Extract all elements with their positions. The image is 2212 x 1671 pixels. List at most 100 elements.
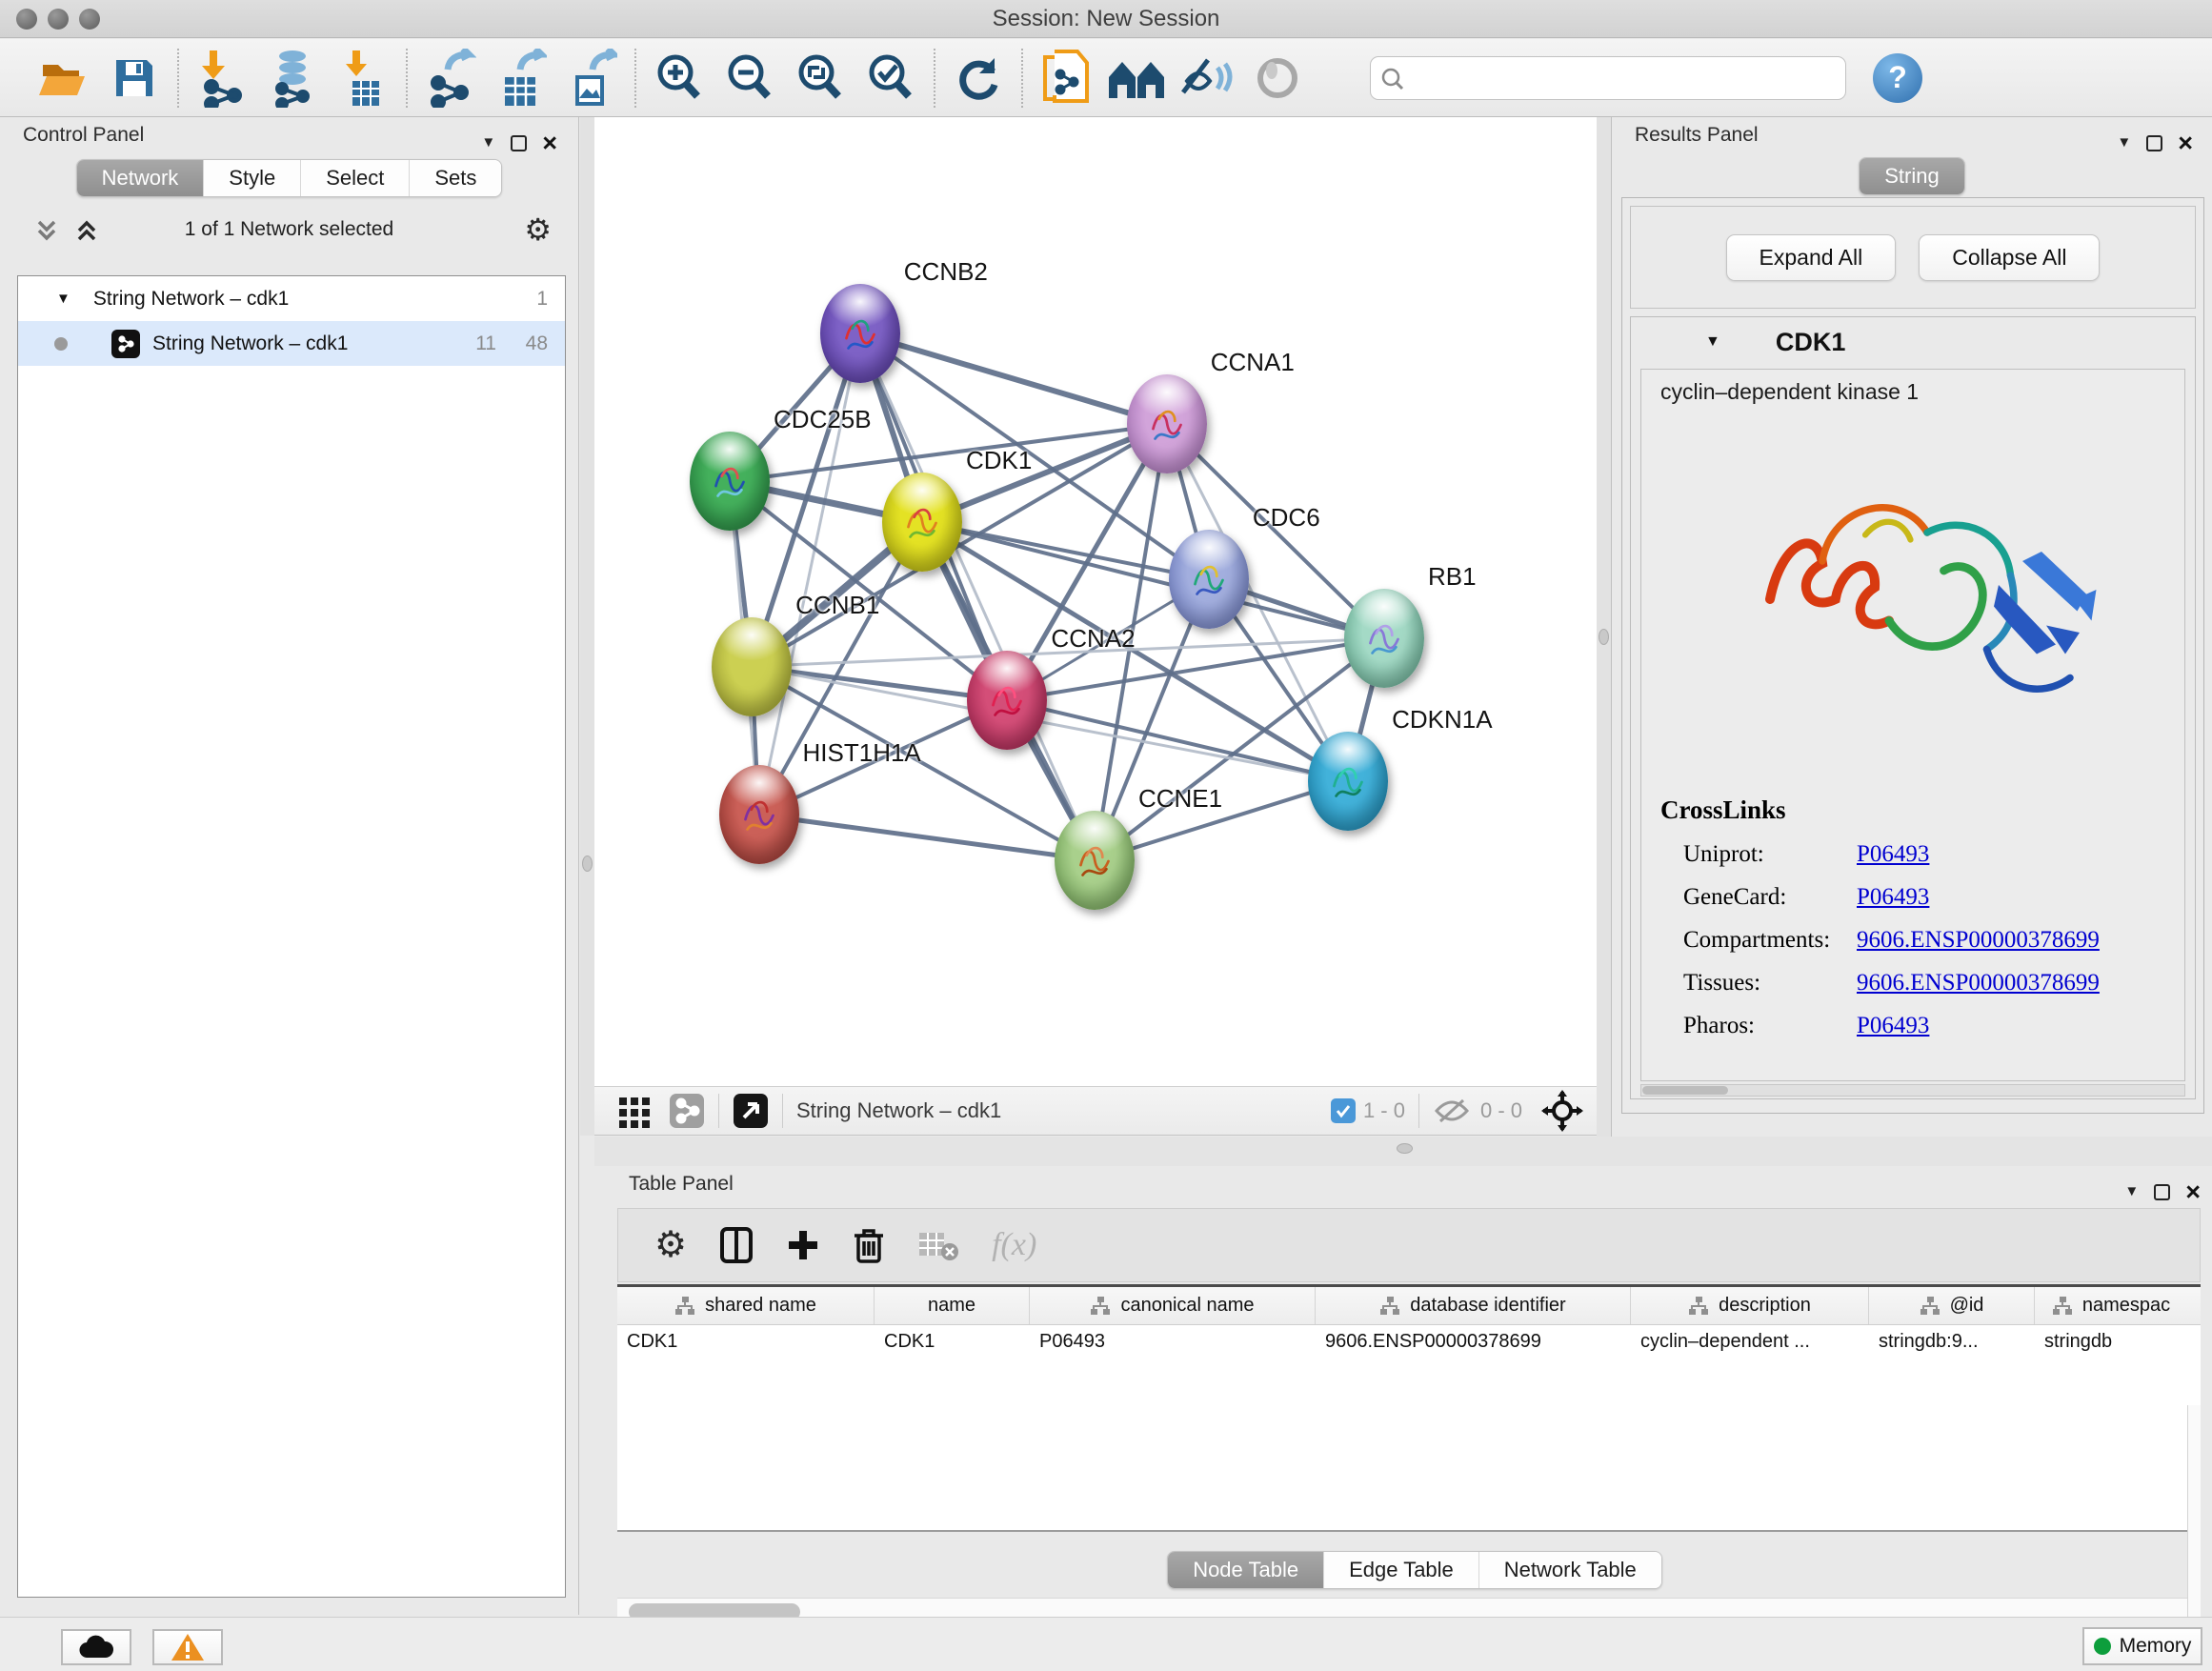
network-node-hist1h1a[interactable] [719,765,799,864]
crosslink-link[interactable]: P06493 [1857,1013,1929,1039]
birdseye-toggle-icon[interactable] [733,1093,769,1129]
tab-select[interactable]: Select [300,160,409,196]
show-columns-icon[interactable] [719,1226,754,1264]
expand-all-button[interactable]: Expand All [1726,234,1897,281]
right-splitter[interactable] [1597,117,1611,1137]
import-network-file-button[interactable] [187,44,257,112]
network-home-button[interactable] [1101,44,1172,112]
zoom-selected-button[interactable] [855,44,926,112]
network-collection-row[interactable]: ▼ String Network – cdk1 1 [18,276,565,321]
export-table-button[interactable] [486,44,556,112]
hide-graphics-details-button[interactable] [1172,44,1242,112]
crosslink-link[interactable]: 9606.ENSP00000378699 [1857,927,2100,954]
tab-style[interactable]: Style [203,160,300,196]
tab-string[interactable]: String [1860,158,1963,194]
tab-network[interactable]: Network [77,160,204,196]
create-column-plus-icon[interactable] [786,1228,820,1262]
results-close-icon[interactable]: × [2178,133,2193,152]
tab-sets[interactable]: Sets [409,160,501,196]
table-cell[interactable]: cyclin–dependent ... [1631,1325,1869,1361]
gene-collapse-icon[interactable]: ▼ [1705,333,1720,351]
delete-column-trash-icon[interactable] [853,1226,885,1264]
collapse-all-button[interactable]: Collapse All [1919,234,2100,281]
network-node-ccnb2[interactable] [820,284,900,383]
network-view-canvas[interactable]: CCNB2CCNA1CDC25BCDK1CDC6RB1CCNB1CCNA2CDK… [594,117,1597,1086]
apply-layout-button[interactable] [943,44,1014,112]
column-header[interactable]: canonical name [1030,1287,1316,1324]
selected-checkbox-icon[interactable] [1331,1098,1356,1123]
help-button[interactable]: ? [1873,53,1922,103]
table-options-gear-icon[interactable]: ⚙ [654,1228,687,1262]
network-edge[interactable] [860,333,1167,425]
zoom-out-button[interactable] [714,44,785,112]
open-session-button[interactable] [29,44,99,112]
column-header[interactable]: name [875,1287,1030,1324]
network-node-cdc6[interactable] [1169,530,1249,629]
results-menu-icon[interactable]: ▼ [2117,125,2131,161]
results-hscroll-thumb[interactable] [1642,1086,1728,1095]
left-splitter[interactable] [580,117,594,1136]
network-node-rb1[interactable] [1344,589,1424,688]
zoom-fit-button[interactable] [785,44,855,112]
network-row[interactable]: String Network – cdk1 11 48 [18,321,565,366]
network-options-gear-icon[interactable]: ⚙ [524,212,552,247]
network-node-cdc25b[interactable] [690,432,770,531]
warning-status-button[interactable] [152,1629,223,1665]
gene-section-header[interactable]: ▼ CDK1 [1631,317,2195,367]
table-close-icon[interactable]: × [2185,1182,2201,1201]
birdseye-disabled-button[interactable] [1242,44,1313,112]
network-edge[interactable] [759,815,1095,860]
hidden-eye-icon[interactable] [1433,1097,1471,1125]
network-node-ccne1[interactable] [1055,811,1135,910]
export-image-button[interactable] [556,44,627,112]
tab-node-table[interactable]: Node Table [1168,1552,1323,1588]
network-node-cdk1[interactable] [882,473,962,572]
network-node-ccna1[interactable] [1127,374,1207,473]
column-header[interactable]: database identifier [1316,1287,1631,1324]
panel-close-icon[interactable]: × [542,133,557,152]
column-header[interactable]: description [1631,1287,1869,1324]
tab-network-table[interactable]: Network Table [1478,1552,1661,1588]
collection-expand-icon[interactable]: ▼ [56,291,70,307]
results-float-icon[interactable] [2146,135,2162,151]
table-float-icon[interactable] [2154,1184,2170,1200]
column-header[interactable]: @id [1869,1287,2035,1324]
column-header[interactable]: namespac [2035,1287,2187,1324]
pan-crosshair-icon[interactable] [1541,1090,1583,1132]
crosslink-link[interactable]: P06493 [1857,884,1929,911]
share-document-button[interactable] [1031,44,1101,112]
panel-float-icon[interactable] [511,135,527,151]
network-node-ccna2[interactable] [967,651,1047,750]
network-edge[interactable] [1007,700,1348,780]
table-cell[interactable]: stringdb:9... [1869,1325,2035,1361]
table-cell[interactable]: 9606.ENSP00000378699 [1316,1325,1631,1361]
grid-view-icon[interactable] [617,1094,652,1128]
import-network-database-button[interactable] [257,44,328,112]
save-session-button[interactable] [99,44,170,112]
export-network-button[interactable] [415,44,486,112]
right-splitter-handle[interactable] [1599,629,1609,645]
table-splitter-handle[interactable] [1397,1143,1413,1154]
table-cell[interactable]: stringdb [2035,1325,2187,1361]
table-cell[interactable]: CDK1 [617,1325,875,1361]
network-node-cdkn1a[interactable] [1308,732,1388,831]
left-splitter-handle[interactable] [582,856,593,872]
search-input[interactable] [1411,66,1811,90]
crosslink-link[interactable]: 9606.ENSP00000378699 [1857,970,2100,997]
panel-menu-icon[interactable]: ▼ [481,125,495,161]
import-table-button[interactable] [328,44,398,112]
zoom-in-button[interactable] [644,44,714,112]
tab-edge-table[interactable]: Edge Table [1323,1552,1478,1588]
crosslink-link[interactable]: P06493 [1857,841,1929,868]
memory-button[interactable]: Memory [2082,1627,2202,1665]
table-panel-splitter[interactable] [594,1137,2212,1166]
results-hscrollbar[interactable] [1640,1084,2185,1097]
share-view-icon[interactable] [669,1093,705,1129]
function-builder-icon[interactable]: f(x) [992,1227,1036,1263]
network-edge[interactable] [860,333,1095,860]
table-cell[interactable]: CDK1 [875,1325,1030,1361]
table-row[interactable]: CDK1 CDK1 P06493 9606.ENSP00000378699 cy… [617,1325,2201,1361]
cloud-status-button[interactable] [61,1629,131,1665]
table-menu-icon[interactable]: ▼ [2124,1174,2139,1210]
network-node-ccnb1[interactable] [712,617,792,716]
